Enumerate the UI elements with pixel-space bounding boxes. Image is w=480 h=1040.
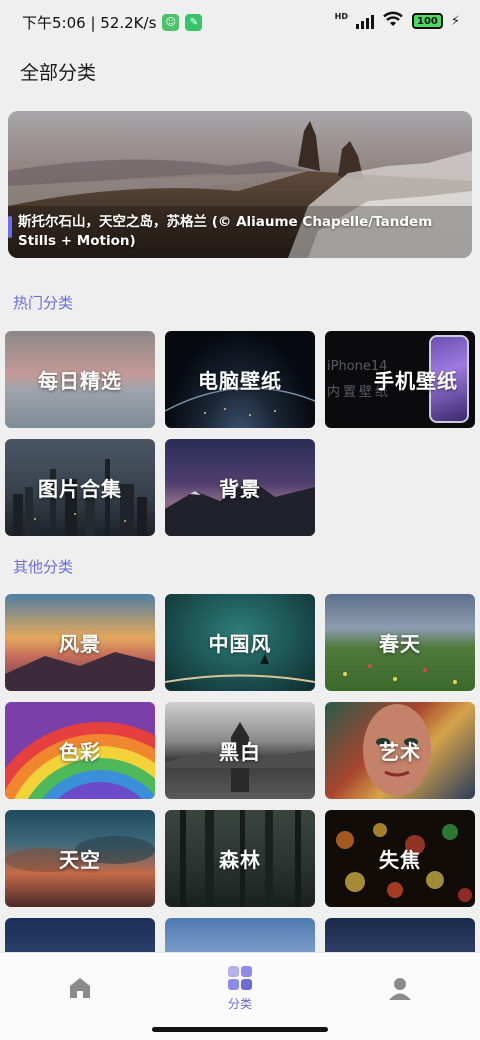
- category-label: 艺术: [379, 740, 421, 764]
- notification-tool-icon: ✎: [185, 14, 203, 31]
- category-card-art[interactable]: 艺术: [325, 702, 475, 799]
- network-type-label: HD: [334, 11, 348, 21]
- category-label: 春天: [379, 632, 421, 656]
- section-title-hot: 热门分类: [13, 294, 74, 312]
- notification-app-icon: ☺: [162, 14, 180, 31]
- category-card-landscape[interactable]: 风景: [5, 594, 155, 691]
- category-card-partial[interactable]: [325, 918, 475, 952]
- category-label: 背景: [219, 477, 261, 501]
- category-label: 每日精选: [38, 369, 122, 393]
- category-card-bokeh[interactable]: 失焦: [325, 810, 475, 907]
- category-label: 森林: [219, 848, 261, 872]
- home-icon: [70, 978, 90, 998]
- wifi-icon: [382, 11, 404, 31]
- category-card-partial[interactable]: [165, 918, 315, 952]
- status-right: HD 100 ⚡: [335, 11, 460, 31]
- nav-category-label: 分类: [227, 996, 252, 1011]
- category-card-sky[interactable]: 天空: [5, 810, 155, 907]
- home-indicator[interactable]: [152, 1027, 328, 1032]
- category-label: 黑白: [219, 740, 261, 764]
- category-card-spring[interactable]: 春天: [325, 594, 475, 691]
- category-label: 图片合集: [38, 477, 122, 501]
- category-card-phone[interactable]: iPhone14 内置壁纸 手机壁纸: [325, 331, 475, 428]
- nav-category[interactable]: 分类: [160, 953, 320, 1023]
- status-left: 下午5:06 | 52.2K/s ☺ ✎: [22, 12, 203, 33]
- nav-home[interactable]: [0, 953, 160, 1023]
- category-label: 风景: [59, 632, 101, 656]
- page-title: 全部分类: [20, 62, 97, 84]
- category-label: 中国风: [208, 632, 272, 656]
- section-title-other: 其他分类: [13, 558, 74, 576]
- category-card-forest[interactable]: 森林: [165, 810, 315, 907]
- category-label: 色彩: [59, 740, 101, 764]
- category-icon: [228, 965, 252, 990]
- category-label: 手机壁纸: [374, 369, 458, 393]
- category-card-partial[interactable]: [5, 918, 155, 952]
- nav-profile[interactable]: [320, 953, 480, 1023]
- battery-icon: 100: [411, 13, 443, 29]
- banner-caption: 斯托尔石山，天空之岛，苏格兰 (© Aliaume Chapelle/Tande…: [18, 214, 433, 249]
- status-bar: 下午5:06 | 52.2K/s ☺ ✎ HD 100 ⚡: [0, 0, 480, 44]
- signal-icon: [355, 13, 374, 29]
- category-card-backgrounds[interactable]: 背景: [165, 439, 315, 536]
- category-card-colors[interactable]: 色彩: [5, 702, 155, 799]
- category-card-chinese-style[interactable]: 中国风: [165, 594, 315, 691]
- charging-icon: ⚡: [450, 13, 460, 29]
- category-card-collections[interactable]: 图片合集: [5, 439, 155, 536]
- category-card-daily[interactable]: 每日精选: [5, 331, 155, 428]
- status-time-speed: 下午5:06 | 52.2K/s: [22, 14, 157, 32]
- category-label: 电脑壁纸: [198, 369, 282, 393]
- category-label: 失焦: [379, 848, 421, 872]
- category-card-desktop[interactable]: 电脑壁纸: [165, 331, 315, 428]
- banner-indicator: [8, 216, 12, 238]
- profile-icon: [389, 978, 411, 1000]
- category-card-black-white[interactable]: 黑白: [165, 702, 315, 799]
- category-label: 天空: [59, 848, 101, 872]
